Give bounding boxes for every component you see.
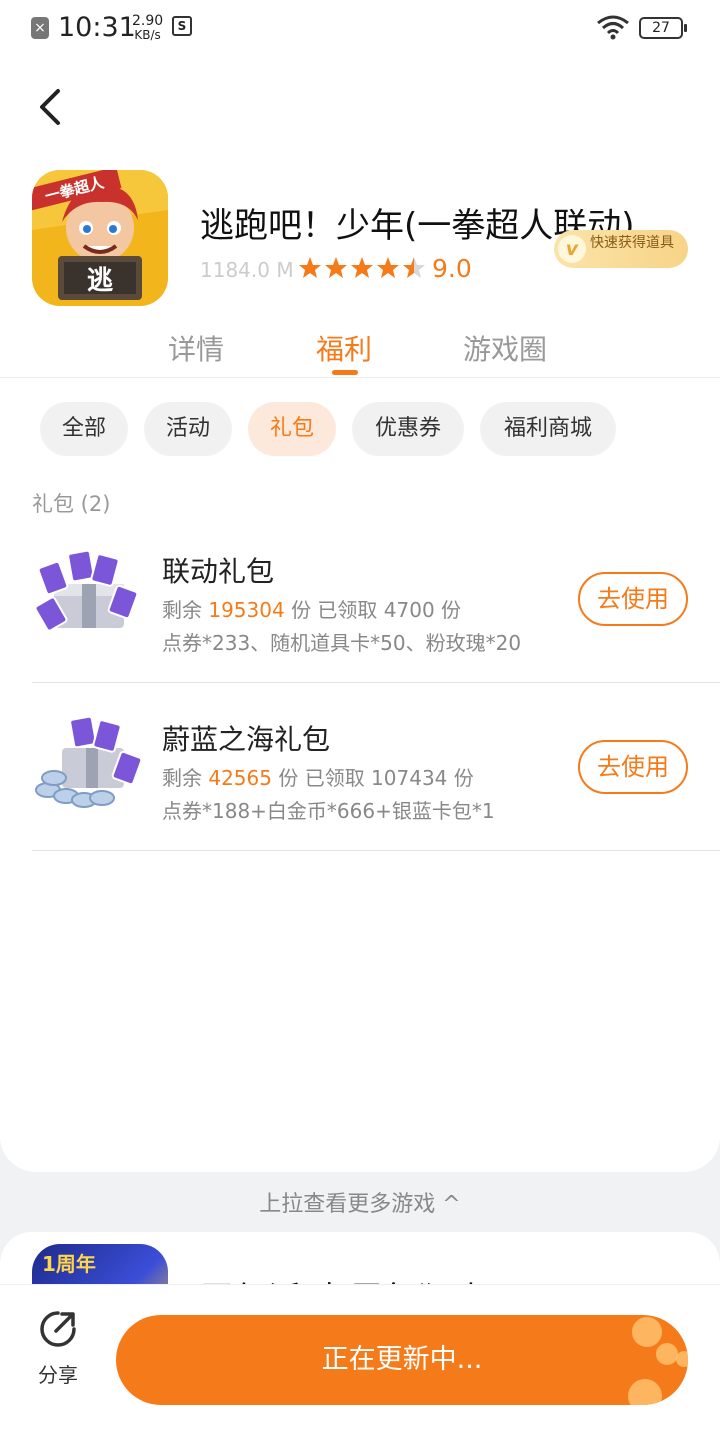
bubble-decoration [632, 1317, 662, 1347]
quick-get-items-badge[interactable]: v 快速获得道具 [554, 230, 688, 268]
use-gift-button[interactable]: 去使用 [578, 572, 688, 626]
bottom-bar: 分享 正在更新中... [0, 1284, 720, 1436]
update-button[interactable]: 正在更新中... [116, 1315, 688, 1405]
net-speed-unit: KB/s [134, 28, 161, 42]
share-icon [40, 1311, 76, 1347]
net-speed-value: 2.90 [132, 13, 164, 29]
use-gift-button[interactable]: 去使用 [578, 740, 688, 794]
back-arrow-icon[interactable] [30, 85, 74, 129]
gift-item: 联动礼包 剩余 195304 份 已领取 4700 份 点券*233、随机道具卡… [0, 530, 720, 698]
divider [32, 850, 720, 851]
update-button-label: 正在更新中... [321, 1344, 483, 1375]
gift-title: 联动礼包 [162, 555, 275, 588]
filter-mall[interactable]: 福利商城 [480, 402, 616, 456]
rating-score: 9.0 [432, 254, 472, 283]
screenshot-off-icon: S [172, 16, 192, 36]
bubble-decoration [656, 1343, 678, 1365]
sim-off-icon: × [31, 17, 49, 39]
app-icon: 逃 一拳超人 [32, 170, 168, 306]
status-bar: × 10:31 2.90 KB/s S 27 [0, 0, 720, 58]
gift-remaining: 195304 [208, 598, 285, 622]
app-size: 1184.0 M [200, 258, 294, 282]
star-icon [351, 257, 373, 278]
share-button[interactable]: 分享 [28, 1309, 88, 1388]
gift-claimed: 份 已领取 4700 份 [291, 598, 462, 622]
tab-details[interactable]: 详情 [168, 328, 224, 368]
next-game-icon-badge: 1周年 [42, 1252, 96, 1276]
gift-item: 蔚蓝之海礼包 剩余 42565 份 已领取 107434 份 点券*188+白金… [0, 698, 720, 866]
bubble-decoration [676, 1351, 688, 1367]
share-label: 分享 [38, 1363, 78, 1387]
gift-stock: 剩余 195304 份 已领取 4700 份 [162, 594, 461, 623]
star-icon [299, 257, 321, 278]
tab-game-circle[interactable]: 游戏圈 [463, 328, 547, 368]
net-speed: 2.90 KB/s [132, 14, 163, 42]
rating-stars [299, 257, 425, 278]
divider [32, 682, 720, 683]
gift-claimed: 份 已领取 107434 份 [278, 766, 474, 790]
gift-title: 蔚蓝之海礼包 [162, 723, 331, 756]
gift-stock: 剩余 42565 份 已领取 107434 份 [162, 762, 474, 791]
tab-indicator [332, 370, 358, 375]
half-star-icon [403, 257, 425, 278]
battery-icon: 27 [639, 17, 687, 39]
star-icon [377, 257, 399, 278]
bubble-decoration [628, 1379, 662, 1405]
gift-stock-prefix: 剩余 [162, 766, 202, 790]
gift-box-icon [34, 549, 139, 632]
section-label: 礼包 (2) [32, 492, 111, 516]
gift-stock-prefix: 剩余 [162, 598, 202, 622]
gift-box-icon [35, 715, 143, 808]
tab-bar: 详情 福利 游戏圈 [0, 328, 720, 378]
filter-activity[interactable]: 活动 [144, 402, 232, 456]
app-icon-sign: 逃 [87, 266, 113, 296]
tab-benefits[interactable]: 福利 [316, 328, 372, 368]
star-icon [325, 257, 347, 278]
wifi-icon [597, 15, 629, 40]
gift-contents: 点券*188+白金币*666+银蓝卡包*1 [162, 799, 495, 823]
filter-gift[interactable]: 礼包 [248, 402, 336, 456]
quick-badge-label: 快速获得道具 [590, 235, 674, 251]
gift-remaining: 42565 [208, 766, 272, 790]
pull-more-hint[interactable]: 上拉查看更多游戏 ^ [0, 1186, 720, 1218]
gift-contents: 点券*233、随机道具卡*50、粉玫瑰*20 [162, 631, 522, 655]
main-card: × 10:31 2.90 KB/s S 27 逃 一拳超人 逃跑吧！少年(一拳超… [0, 0, 720, 1172]
status-time: 10:31 [58, 12, 136, 43]
filter-all[interactable]: 全部 [40, 402, 128, 456]
v-badge-icon: v [558, 235, 586, 263]
filter-coupon[interactable]: 优惠券 [352, 402, 464, 456]
